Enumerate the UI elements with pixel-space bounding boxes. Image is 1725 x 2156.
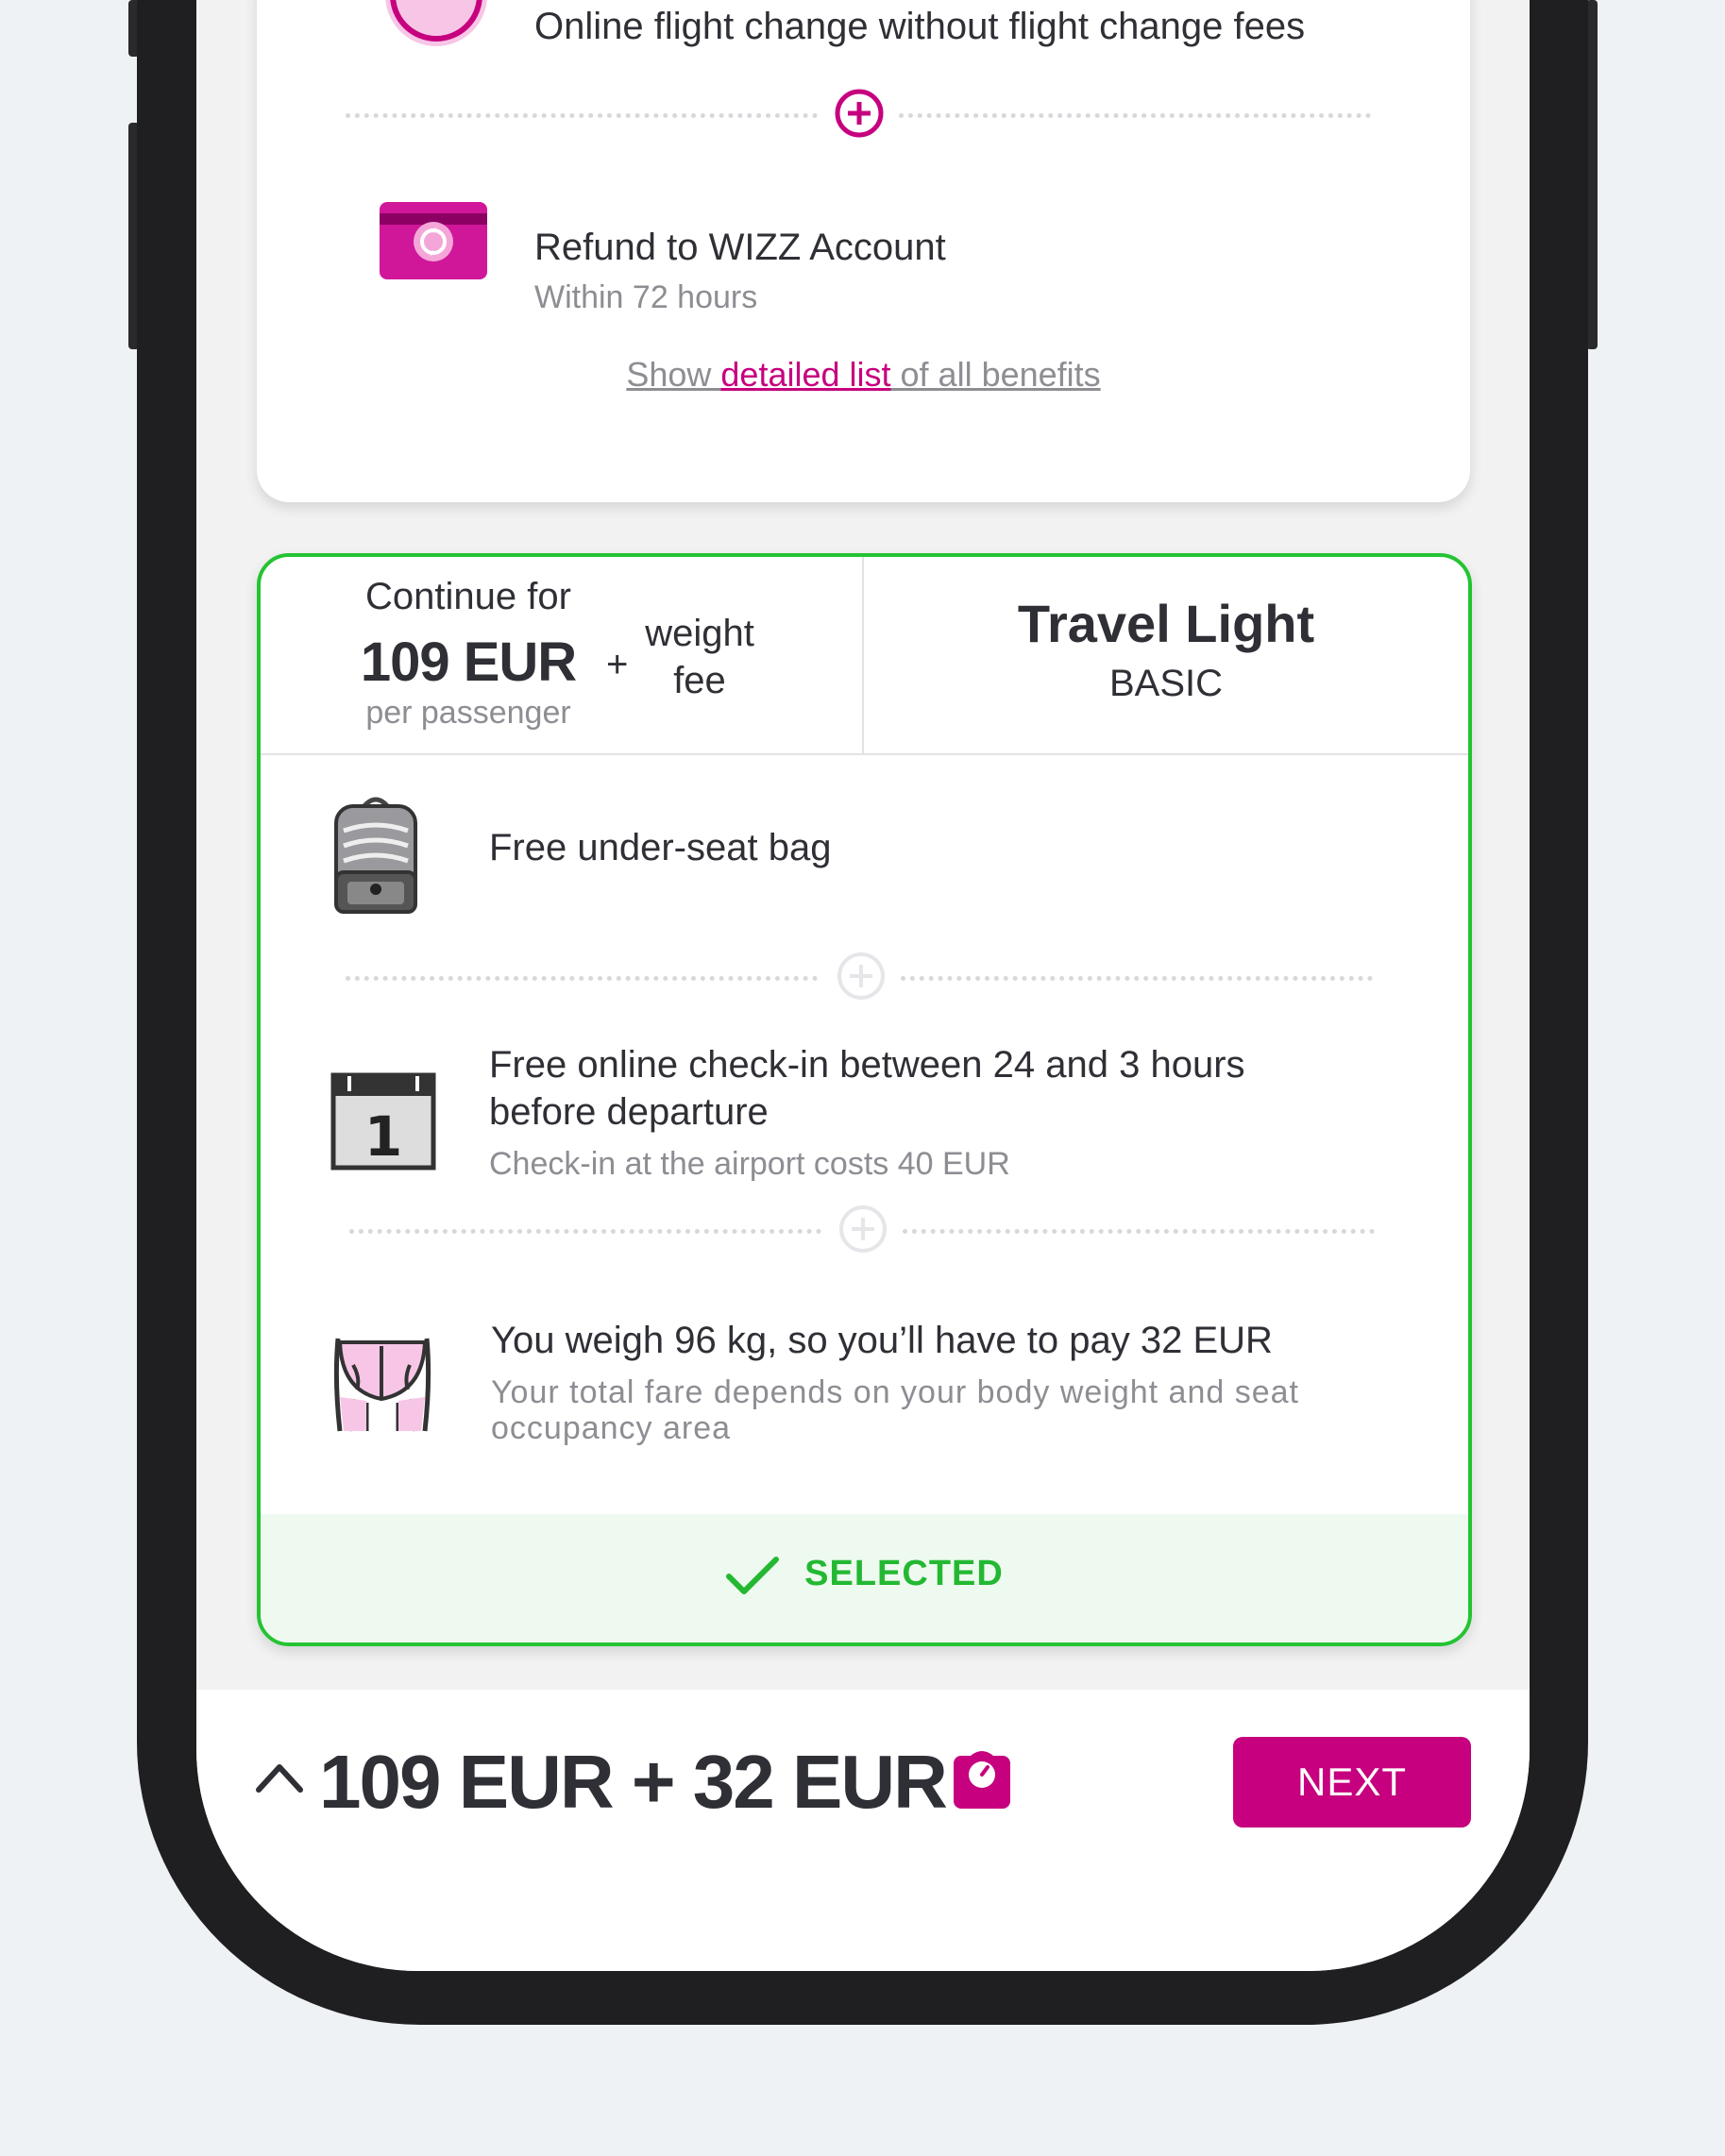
premium-benefits-card: Online flight change without flight chan… — [257, 0, 1470, 502]
weight-fee-line: weight — [645, 613, 754, 654]
separator — [901, 976, 1373, 981]
separator — [346, 113, 818, 118]
app-screen: Online flight change without flight chan… — [196, 0, 1530, 1971]
weight-fee-line: fee — [673, 660, 726, 701]
plane-circle-icon — [385, 0, 487, 46]
buttocks-icon — [333, 1338, 431, 1432]
show-benefits-link[interactable]: Show detailed list of all benefits — [257, 355, 1470, 395]
fare-header: Continue for 109 EUR per passenger + wei… — [261, 557, 1468, 755]
plus-circle-icon — [835, 89, 884, 138]
continue-label: Continue for — [365, 576, 571, 617]
travel-light-fare-card[interactable]: Continue for 109 EUR per passenger + wei… — [257, 553, 1472, 1646]
benefit-title: Free under-seat bag — [489, 827, 832, 868]
benefit-title-line: before departure — [489, 1091, 769, 1133]
benefit-subtitle: Within 72 hours — [534, 279, 758, 315]
wallet-refund-icon — [380, 202, 487, 279]
separator — [903, 1229, 1375, 1234]
backpack-icon — [334, 797, 417, 914]
weight-scale-icon — [954, 1751, 1010, 1809]
benefit-title: Online flight change without flight chan… — [534, 6, 1306, 47]
separator — [899, 113, 1371, 118]
separator — [346, 976, 818, 981]
benefit-title: You weigh 96 kg, so you’ll have to pay 3… — [491, 1320, 1273, 1361]
next-button[interactable]: NEXT — [1233, 1737, 1471, 1828]
plus-circle-icon — [839, 1205, 887, 1253]
checkmark-icon — [726, 1556, 780, 1594]
header-divider — [862, 557, 864, 753]
plan-tier: BASIC — [1108, 663, 1224, 704]
benefit-subtitle: Check-in at the airport costs 40 EUR — [489, 1146, 1010, 1182]
benefit-subtitle-line: Your total fare depends on your body wei… — [491, 1374, 1299, 1410]
svg-text:1: 1 — [364, 1104, 402, 1169]
plan-name: Travel Light — [1017, 594, 1315, 653]
benefit-title-line: Free online check-in between 24 and 3 ho… — [489, 1044, 1245, 1086]
separator — [349, 1229, 821, 1234]
detailed-list-link[interactable]: detailed list — [720, 355, 890, 394]
selected-indicator: SELECTED — [261, 1554, 1468, 1595]
plus-circle-icon — [837, 952, 885, 1000]
link-suffix: of all benefits — [890, 355, 1101, 394]
selected-label: SELECTED — [804, 1554, 1004, 1593]
calendar-icon: 1 — [330, 1072, 436, 1171]
selected-state-bar[interactable]: SELECTED — [261, 1514, 1468, 1642]
chevron-up-icon[interactable] — [253, 1758, 306, 1795]
link-prefix: Show — [626, 355, 721, 394]
total-price: 109 EUR + 32 EUR — [319, 1740, 948, 1824]
weight-fee-label: weight fee — [638, 610, 761, 704]
benefit-title: Refund to WIZZ Account — [534, 227, 946, 268]
plus-sign: + — [606, 644, 629, 685]
bottom-price-bar: 109 EUR + 32 EUR NEXT — [196, 1690, 1530, 1971]
benefit-subtitle-line: occupancy area — [491, 1410, 732, 1446]
per-passenger-label: per passenger — [365, 695, 571, 731]
